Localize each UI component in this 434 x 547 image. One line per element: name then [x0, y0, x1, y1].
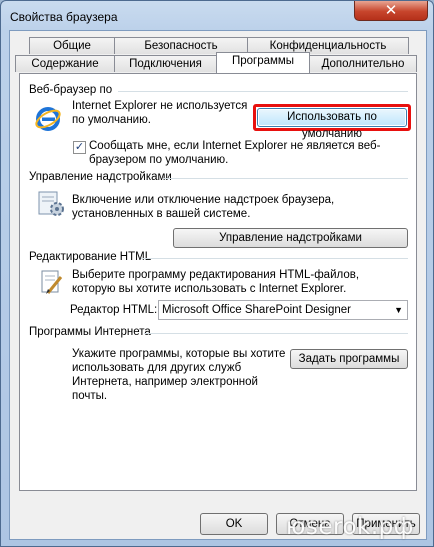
- chevron-down-icon: ▼: [394, 305, 403, 315]
- use-default-button[interactable]: Использовать по умолчанию: [257, 108, 407, 140]
- section-label-internet-programs: Программы Интернета: [29, 326, 151, 338]
- tab-connections[interactable]: Подключения: [114, 55, 217, 72]
- section-label-addons: Управление надстройками: [29, 171, 172, 183]
- ok-button[interactable]: OK: [200, 513, 268, 535]
- tab-content[interactable]: Содержание: [15, 55, 115, 72]
- close-icon: ✕: [384, 1, 398, 19]
- close-button[interactable]: ✕: [354, 1, 428, 21]
- watermark: юserok.рф: [286, 514, 414, 540]
- default-browser-status: Internet Explorer не используется по умо…: [72, 100, 248, 126]
- html-editor-icon: [41, 270, 63, 294]
- notify-checkbox[interactable]: ✓: [73, 141, 86, 154]
- dialog-window: Свойства браузера ✕ Общие Безопасность К…: [0, 0, 434, 547]
- tab-advanced[interactable]: Дополнительно: [309, 55, 417, 72]
- tab-general[interactable]: Общие: [29, 37, 115, 54]
- addons-description: Включение или отключение надстроек брауз…: [72, 194, 335, 220]
- section-divider: [144, 333, 408, 334]
- tab-programs[interactable]: Программы: [216, 52, 310, 73]
- section-divider: [118, 91, 408, 92]
- html-editor-select[interactable]: Microsoft Office SharePoint Designer ▼: [158, 300, 408, 320]
- section-label-web-browser: Веб-браузер по: [29, 84, 113, 96]
- window-title: Свойства браузера: [10, 10, 118, 24]
- set-programs-button[interactable]: Задать программы: [290, 349, 408, 369]
- html-editing-description: Выберите программу редактирования HTML-ф…: [72, 269, 360, 295]
- internet-explorer-icon: [35, 107, 61, 131]
- section-divider: [141, 258, 408, 259]
- notify-checkbox-label: Сообщать мне, если Internet Explorer не …: [89, 140, 381, 166]
- manage-addons-button[interactable]: Управление надстройками: [173, 228, 408, 248]
- addons-gear-icon: [38, 191, 64, 216]
- check-icon: ✓: [74, 141, 85, 153]
- section-divider: [163, 178, 408, 179]
- internet-programs-description: Укажите программы, которые вы хотите исп…: [72, 348, 286, 402]
- html-editor-value: Microsoft Office SharePoint Designer: [162, 304, 351, 316]
- section-label-html-editing: Редактирование HTML: [29, 251, 152, 263]
- html-editor-label: Редактор HTML:: [70, 304, 158, 316]
